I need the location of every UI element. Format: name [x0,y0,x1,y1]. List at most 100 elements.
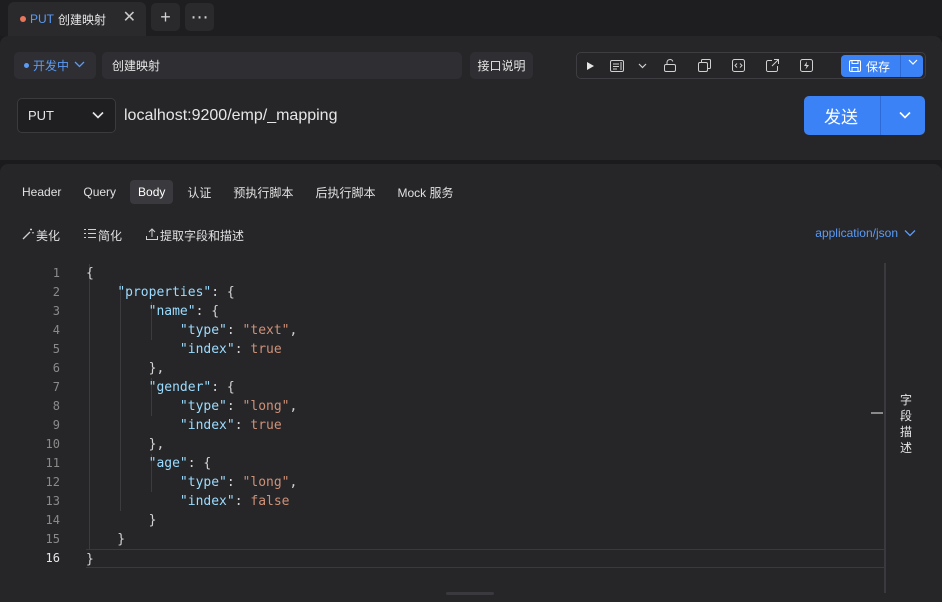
line-number: 1 [52,266,60,280]
code-line[interactable]: } [86,511,884,530]
field-description-panel-toggle[interactable]: 字段描述 [898,392,914,456]
json-key: "index" [179,342,235,357]
extract-fields-button[interactable]: 提取字段和描述 [146,227,244,244]
chevron-down-icon [91,108,105,125]
run-icon[interactable] [577,53,603,78]
more-tabs-button[interactable]: ⋯ [185,3,214,31]
json-punct: } [86,552,94,567]
content-type-select[interactable]: application/json [815,226,916,240]
chevron-down-icon[interactable] [631,53,653,78]
request-toolbar: 保存 [576,52,926,79]
json-string: "long" [242,475,290,490]
json-punct [86,323,180,338]
code-line[interactable]: "properties": { [86,283,884,302]
send-button[interactable]: 发送 [804,96,925,135]
add-tab-button[interactable]: + [151,3,180,31]
json-key: "index" [179,494,235,509]
editor-scrollbar[interactable] [884,263,886,593]
tab-auth[interactable]: 认证 [179,180,219,204]
json-key: "name" [148,304,196,319]
line-number: 10 [45,437,60,451]
tab-bar: PUT 创建映射 ✕ + ⋯ [0,0,942,36]
chevron-down-icon[interactable] [897,107,913,128]
json-editor[interactable]: 1 2 3 4 5 6 7 8 9 10 11 12 13 14 15 16 {… [0,264,884,584]
tab-method: PUT [30,12,54,26]
beautify-button[interactable]: 美化 [22,227,60,244]
chevron-down-icon [904,226,916,240]
api-doc-button[interactable]: 接口说明 [470,52,533,79]
json-punct [86,304,149,319]
close-icon[interactable]: ✕ [123,10,136,26]
code-line[interactable]: "index": true [86,340,884,359]
line-number: 9 [52,418,60,432]
resize-handle[interactable] [446,592,494,595]
code-line[interactable]: "type": "long", [86,473,884,492]
json-punct: }, [86,361,165,376]
json-key: "type" [179,399,227,414]
list-icon [84,228,97,242]
line-number: 12 [45,475,60,489]
simplify-label: 简化 [98,228,123,243]
line-number: 3 [52,304,60,318]
url-input[interactable] [118,98,798,133]
tab-body[interactable]: Body [130,180,174,204]
content-type-label: application/json [815,226,898,240]
http-method-label: PUT [28,108,54,123]
magic-wand-icon [22,228,34,243]
save-icon [849,60,861,72]
code-line[interactable]: "name": { [86,302,884,321]
save-button[interactable]: 保存 [841,55,923,77]
code-line[interactable]: "age": { [86,454,884,473]
tab-post-script[interactable]: 后执行脚本 [307,180,383,204]
tab-pre-script[interactable]: 预执行脚本 [225,180,301,204]
simplify-button[interactable]: 简化 [84,227,122,244]
json-punct: : { [211,285,235,300]
request-tab[interactable]: PUT 创建映射 ✕ [8,2,146,36]
code-line[interactable]: "type": "long", [86,397,884,416]
code-line[interactable]: "gender": { [86,378,884,397]
json-key: "type" [179,475,227,490]
tab-title: 创建映射 [58,12,107,27]
code-line[interactable]: }, [86,435,884,454]
code-icon[interactable] [721,53,755,78]
json-string: "text" [242,323,290,338]
line-number: 4 [52,323,60,337]
tab-query[interactable]: Query [75,180,124,204]
unlock-icon[interactable] [653,53,687,78]
json-code[interactable]: { "properties": { "name": { "type": "tex… [86,264,884,568]
json-punct [86,399,180,414]
http-method-select[interactable]: PUT [17,98,116,133]
plus-icon: + [160,6,171,27]
code-line[interactable]: "index": false [86,492,884,511]
tab-mock[interactable]: Mock 服务 [389,180,461,204]
request-name-input[interactable] [102,52,462,79]
json-punct: : { [187,456,212,471]
body-toolbar: 美化 简化 提取字段和描述 [22,226,268,244]
unsaved-dot-icon [20,16,26,22]
json-punct: : [234,418,251,433]
tab-header[interactable]: Header [14,180,69,204]
code-line[interactable]: } [86,549,884,568]
json-key: "type" [179,323,227,338]
environment-select[interactable]: 开发中 [14,52,96,79]
code-line[interactable]: { [86,264,884,283]
copy-icon[interactable] [687,53,721,78]
scrollbar-handle[interactable] [871,412,883,414]
flash-icon[interactable] [789,53,823,78]
line-number: 6 [52,361,60,375]
code-line[interactable]: "index": true [86,416,884,435]
line-number: 8 [52,399,60,413]
json-punct: : [234,342,251,357]
code-line[interactable]: "type": "text", [86,321,884,340]
doc-view-icon[interactable] [603,53,631,78]
line-number-gutter: 1 2 3 4 5 6 7 8 9 10 11 12 13 14 15 16 [0,264,70,568]
chevron-down-icon[interactable] [908,58,918,69]
json-punct [86,380,149,395]
json-punct: }, [86,437,165,452]
share-icon[interactable] [755,53,789,78]
request-panel: 开发中 接口说明 [0,36,942,160]
code-line[interactable]: } [86,530,884,549]
json-key: "gender" [148,380,212,395]
json-boolean: false [250,494,290,509]
code-line[interactable]: }, [86,359,884,378]
